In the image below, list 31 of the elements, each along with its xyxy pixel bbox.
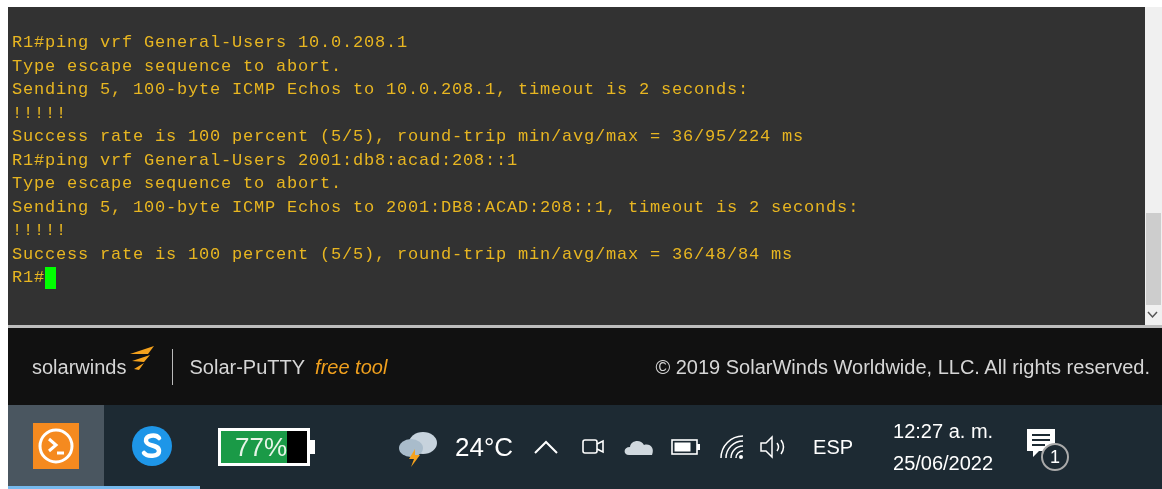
terminal-line: !!!!! xyxy=(12,220,67,242)
terminal-line: Success rate is 100 percent (5/5), round-trip min/avg/max = 36/48/84 ms xyxy=(12,243,794,266)
clock-date: 25/06/2022 xyxy=(893,451,994,476)
skype-icon xyxy=(130,423,174,468)
scrollbar[interactable] xyxy=(1145,7,1162,325)
terminal-line: Sending 5, 100-byte ICMP Echos to 10.0.208.1, timeout is 2 seconds: xyxy=(12,79,750,101)
copyright-text: © 2019 SolarWinds Worldwide, LLC. All rights reserved. xyxy=(655,354,1150,380)
taskbar-app-button[interactable] xyxy=(8,405,104,489)
terminal-line: R1#ping vrf General-Users 2001:db8:acad:208::1 xyxy=(12,149,519,172)
product-tagline: free tool xyxy=(315,354,388,380)
input-language[interactable]: ESP xyxy=(813,432,854,462)
battery-icon[interactable] xyxy=(671,438,702,456)
chevron-up-icon[interactable] xyxy=(533,439,560,455)
scrollbar-thumb[interactable] xyxy=(1146,213,1161,305)
battery-percentage: 77% xyxy=(235,432,288,462)
wifi-icon[interactable] xyxy=(719,434,746,460)
terminal-line: R1#ping vrf General-Users 10.0.208.1 xyxy=(12,32,409,54)
terminal-line: Success rate is 100 percent (5/5), round-trip min/avg/max = 36/95/224 ms xyxy=(12,126,805,148)
notification-count-badge: 1 xyxy=(1041,443,1070,471)
terminal-line: !!!!! xyxy=(12,102,67,125)
brand-logo-text: solarwinds xyxy=(32,354,127,380)
terminal-icon xyxy=(33,422,79,469)
terminal-line: Type escape sequence to abort. xyxy=(12,173,343,195)
product-name: Solar-PuTTY xyxy=(189,354,306,380)
terminal-prompt: R1# xyxy=(12,267,45,289)
terminal-line: Type escape sequence to abort. xyxy=(12,55,343,78)
text-cursor xyxy=(45,266,56,289)
clock-time: 12:27 a. m. xyxy=(893,419,994,444)
terminal-line: Sending 5, 100-byte ICMP Echos to 2001:DB8:ACAD:208::1, timeout is 2 seconds: xyxy=(12,196,860,219)
temperature-text: 24°C xyxy=(455,430,514,464)
clock[interactable]: 12:27 a. m. 25/06/2022 xyxy=(875,415,994,479)
